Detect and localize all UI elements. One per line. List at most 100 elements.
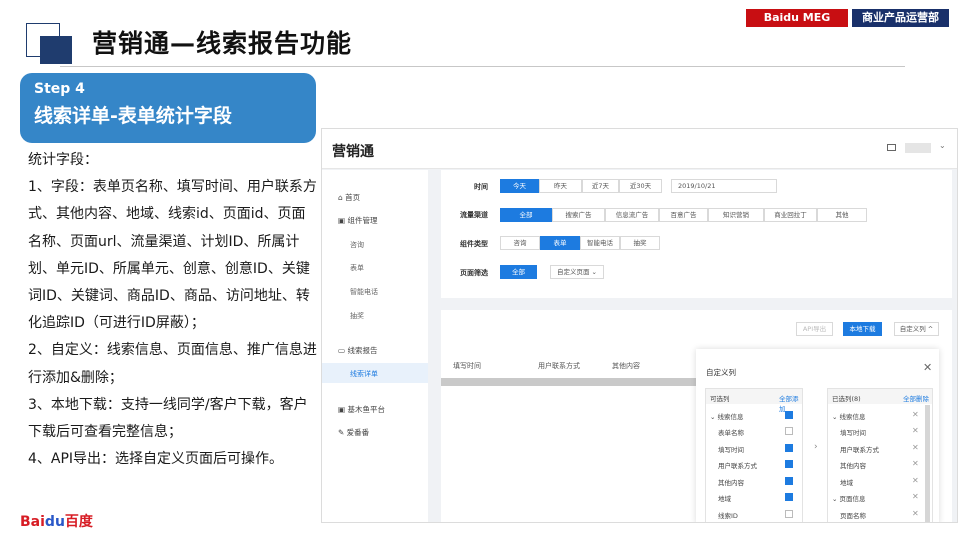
remove-all-link[interactable]: 全部删除 xyxy=(903,393,929,403)
brand-badge-dept: 商业产品运营部 xyxy=(852,9,949,27)
channel-feed[interactable]: 信息流广告 xyxy=(605,208,659,222)
table-scrollbar[interactable] xyxy=(441,378,701,386)
left-cb-lead-id[interactable] xyxy=(785,510,793,518)
available-list: 可选列 全部添加 ⌄ 线索信息 表单名称 填写时间 用户联系方式 其他内容 地域… xyxy=(705,388,803,522)
right-item-page-name[interactable]: 页面名称 xyxy=(840,510,866,520)
channel-business[interactable]: 商业回拉丁 xyxy=(764,208,817,222)
app-name: 营销通 xyxy=(332,144,374,160)
remove-icon[interactable]: ✕ xyxy=(912,443,919,452)
nav-form[interactable]: 表单 xyxy=(350,263,364,273)
app-topbar: 营销通 ⌄ xyxy=(322,129,957,169)
step-label: Step 4 xyxy=(34,81,85,97)
close-icon[interactable]: ✕ xyxy=(923,361,932,374)
left-item-other[interactable]: 其他内容 xyxy=(718,477,744,487)
left-group-lead[interactable]: ⌄ 线索信息 xyxy=(710,411,744,421)
available-title: 可选列 xyxy=(710,395,730,403)
page-title: 营销通—线索报告功能 xyxy=(92,29,353,58)
left-cb-contact[interactable] xyxy=(785,460,793,468)
type-phone[interactable]: 智能电话 xyxy=(580,236,620,250)
col-other: 其他内容 xyxy=(612,362,640,370)
channel-all[interactable]: 全部 xyxy=(500,208,552,222)
remove-icon[interactable]: ✕ xyxy=(912,410,919,419)
brand-badge-baidu-meg: Baidu MEG xyxy=(746,9,848,27)
time-today[interactable]: 今天 xyxy=(500,179,539,193)
app-screenshot: 营销通 ⌄ ⌂ 首页 ▣ 组件管理 咨询 表单 智能电话 抽奖 ▭ 线索报告 线… xyxy=(321,128,958,523)
remove-icon[interactable]: ✕ xyxy=(912,476,919,485)
right-group-lead[interactable]: ⌄ 线索信息 xyxy=(832,411,866,421)
selected-list: 已选列(8) 全部删除 ⌄ 线索信息 ✕ 填写时间 ✕ 用户联系方式 ✕ 其他内… xyxy=(827,388,933,522)
right-item-other[interactable]: 其他内容 xyxy=(840,460,866,470)
left-cb-other[interactable] xyxy=(785,477,793,485)
time-yesterday[interactable]: 昨天 xyxy=(539,179,582,193)
nav-ai[interactable]: ✎ 爱番番 xyxy=(338,427,369,438)
nav-lottery[interactable]: 抽奖 xyxy=(350,311,364,321)
type-consult[interactable]: 咨询 xyxy=(500,236,540,250)
nav-detail[interactable]: 线索详单 xyxy=(350,369,378,379)
selected-title: 已选列(8) xyxy=(832,395,861,403)
left-item-region[interactable]: 地域 xyxy=(718,493,731,503)
sidebar: ⌂ 首页 ▣ 组件管理 咨询 表单 智能电话 抽奖 ▭ 线索报告 线索详单 ▣ … xyxy=(322,170,428,522)
channel-label: 流量渠道 xyxy=(460,211,488,219)
left-item-lead-id[interactable]: 线索ID xyxy=(718,510,738,520)
decor-square-filled xyxy=(40,36,72,64)
user-avatar[interactable] xyxy=(905,143,931,153)
channel-other[interactable]: 其他 xyxy=(817,208,867,222)
time-30d[interactable]: 近30天 xyxy=(619,179,662,193)
col-fill-time: 填写时间 xyxy=(453,362,481,370)
modal-title: 自定义列 xyxy=(706,368,736,377)
step-box: Step 4 线索详单-表单统计字段 xyxy=(20,73,316,143)
right-group-page[interactable]: ⌄ 页面信息 xyxy=(832,493,866,503)
page-filter-label: 页面筛选 xyxy=(460,269,488,277)
nav-consult[interactable]: 咨询 xyxy=(350,240,364,250)
page-custom-select[interactable]: 自定义页面 ⌄ xyxy=(550,265,604,279)
custom-columns-button[interactable]: 自定义列 ^ xyxy=(894,322,939,336)
nav-components[interactable]: ▣ 组件管理 xyxy=(338,215,377,226)
left-cb-form-name[interactable] xyxy=(785,427,793,435)
baidu-logo: Baidu百度 xyxy=(20,514,93,530)
col-contact: 用户联系方式 xyxy=(538,362,580,370)
chevron-down-icon[interactable]: ⌄ xyxy=(939,141,946,150)
step-title: 线索详单-表单统计字段 xyxy=(34,105,232,127)
page-all[interactable]: 全部 xyxy=(500,265,537,279)
mail-icon[interactable] xyxy=(887,144,896,151)
add-all-link[interactable]: 全部添加 xyxy=(779,393,802,413)
filter-panel: 时间 今天 昨天 近7天 近30天 2019/10/21 流量渠道 全部 搜索广… xyxy=(441,170,952,298)
right-item-fill-time[interactable]: 填写时间 xyxy=(840,427,866,437)
local-download-button[interactable]: 本地下载 xyxy=(843,322,882,336)
remove-icon[interactable]: ✕ xyxy=(912,509,919,518)
time-label: 时间 xyxy=(474,183,488,191)
nav-phone[interactable]: 智能电话 xyxy=(350,287,378,297)
scrollbar[interactable] xyxy=(925,405,930,522)
custom-columns-modal: 自定义列 ✕ 可选列 全部添加 ⌄ 线索信息 表单名称 填写时间 用户联系方式 … xyxy=(696,349,939,522)
remove-icon[interactable]: ✕ xyxy=(912,459,919,468)
left-item-contact[interactable]: 用户联系方式 xyxy=(718,460,757,470)
left-cb-region[interactable] xyxy=(785,493,793,501)
desc-item-4: 4、API导出：选择自定义页面后可操作。 xyxy=(28,451,284,468)
nav-report[interactable]: ▭ 线索报告 xyxy=(338,345,377,356)
right-item-contact[interactable]: 用户联系方式 xyxy=(840,444,879,454)
description: 统计字段： 1、字段：表单页名称、填写时间、用户联系方式、其他内容、地域、线索i… xyxy=(28,147,318,473)
date-input[interactable]: 2019/10/21 xyxy=(671,179,777,193)
left-item-form-name[interactable]: 表单名称 xyxy=(718,427,744,437)
type-lottery[interactable]: 抽奖 xyxy=(620,236,660,250)
remove-icon[interactable]: ✕ xyxy=(912,492,919,501)
desc-item-3: 3、本地下载：支持一线同学/客户下载，客户下载后可查看完整信息； xyxy=(28,396,308,441)
channel-baiyi[interactable]: 百意广告 xyxy=(659,208,708,222)
type-form[interactable]: 表单 xyxy=(540,236,580,250)
left-cb-fill-time[interactable] xyxy=(785,444,793,452)
left-item-fill-time[interactable]: 填写时间 xyxy=(718,444,744,454)
desc-item-1: 1、字段：表单页名称、填写时间、用户联系方式、其他内容、地域、线索id、页面id… xyxy=(28,179,317,332)
chevron-right-icon[interactable]: › xyxy=(814,442,818,452)
title-divider xyxy=(60,66,905,67)
desc-item-2: 2、自定义：线索信息、页面信息、推广信息进行添加&删除； xyxy=(28,342,317,386)
remove-icon[interactable]: ✕ xyxy=(912,426,919,435)
left-cb-group[interactable] xyxy=(785,411,793,419)
type-label: 组件类型 xyxy=(460,240,488,248)
nav-fish[interactable]: ▣ 基木鱼平台 xyxy=(338,404,385,415)
nav-home[interactable]: ⌂ 首页 xyxy=(338,192,360,203)
channel-search[interactable]: 搜索广告 xyxy=(552,208,605,222)
api-export-button[interactable]: API导出 xyxy=(796,322,833,336)
time-7d[interactable]: 近7天 xyxy=(582,179,619,193)
channel-knowledge[interactable]: 知识营销 xyxy=(708,208,764,222)
right-item-region[interactable]: 地域 xyxy=(840,477,853,487)
